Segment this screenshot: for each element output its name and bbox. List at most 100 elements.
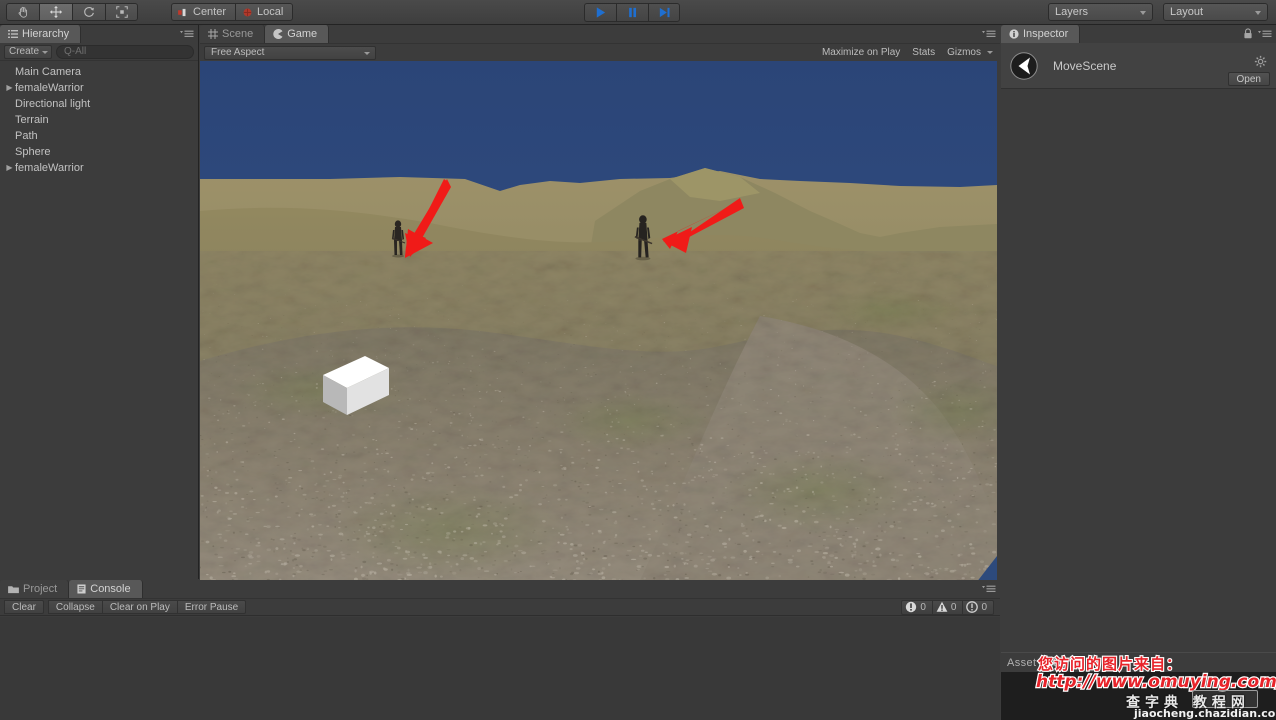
inspector-panel: Inspector MoveScene Open [1001,25,1276,720]
step-button[interactable] [648,2,680,22]
rotate-tool-button[interactable] [72,3,105,21]
error-icon [906,601,917,613]
tab-console[interactable]: Console [69,580,143,598]
warning-count-value: 0 [950,601,957,613]
panel-menu-icon[interactable] [1258,29,1272,39]
console-panel: Project Console Clear Collapse Clear on … [0,580,1000,720]
error-count[interactable]: 0 [901,599,932,615]
error-pause-button[interactable]: Error Pause [176,600,247,614]
error-count-value: 0 [920,601,926,613]
expand-arrow-icon[interactable]: ▶ [4,164,15,172]
hierarchy-icon [8,30,18,38]
transform-tools-group [6,3,138,21]
chevron-down-icon[interactable] [987,51,993,54]
inspector-header: MoveScene Open [1001,43,1276,89]
main-toolbar: Center Local Layers Layout [0,0,1276,25]
rotation-mode-button[interactable]: Local [235,3,294,21]
asset-label-bar[interactable]: Asset Label [1001,652,1276,672]
folder-icon [8,585,19,593]
tab-hierarchy-label: Hierarchy [22,28,70,40]
layout-label: Layout [1170,6,1204,18]
open-button-label: Open [1236,73,1261,85]
rotation-mode-label: Local [257,6,284,18]
aspect-ratio-label: Free Aspect [211,47,265,58]
hierarchy-search-value: Q-All [64,46,87,57]
console-toolbar: Clear Collapse Clear on Play Error Pause [0,598,1000,616]
open-button[interactable]: Open [1227,72,1270,86]
hierarchy-item-label: Path [15,130,38,142]
expand-arrow-icon[interactable]: ▶ [4,84,15,92]
clear-on-play-button-label: Clear on Play [109,601,170,613]
hierarchy-item[interactable]: ▶ femaleWarrior [0,80,198,96]
hierarchy-item[interactable]: ▶Directional light [0,96,198,112]
asset-label-text: Asset Label [1007,656,1069,669]
unity-scene-icon [1010,51,1038,80]
chevron-down-icon [1140,11,1146,15]
panel-menu-icon[interactable] [180,29,194,39]
gear-icon[interactable] [1254,55,1268,69]
clear-button[interactable]: Clear [4,600,44,614]
rotation-local-icon [243,8,252,16]
tab-game[interactable]: Game [265,25,330,43]
clear-on-play-button[interactable]: Clear on Play [101,600,177,614]
hierarchy-item[interactable]: ▶Path [0,128,198,144]
aspect-ratio-dropdown[interactable]: Free Aspect [204,45,376,60]
inspector-body [1001,89,1276,720]
info-icon [1009,29,1019,39]
tab-scene[interactable]: Scene [200,25,266,43]
layout-dropdown[interactable]: Layout [1163,3,1268,21]
tab-inspector[interactable]: Inspector [1001,25,1081,43]
hierarchy-item[interactable]: ▶Terrain [0,112,198,128]
console-log-area[interactable] [0,617,1000,720]
hierarchy-item-label: Sphere [15,146,51,158]
info-count[interactable]: 0 [962,599,994,615]
panel-menu-icon[interactable] [982,29,996,39]
hand-icon [18,6,28,18]
scale-icon [115,6,128,18]
inspector-tabrow: Inspector [1001,25,1276,43]
hierarchy-item-label: femaleWarrior [15,82,84,94]
hierarchy-panel: Hierarchy Create Q-All ▶Main Camera▶fema… [0,25,199,579]
hand-tool-button[interactable] [6,3,39,21]
collapse-button[interactable]: Collapse [47,600,102,614]
warning-count[interactable]: 0 [931,599,963,615]
layers-label: Layers [1055,6,1089,18]
stats-button[interactable]: Stats [906,46,941,60]
hierarchy-toolbar: Create Q-All [0,43,198,61]
lock-icon[interactable] [1243,28,1253,39]
scene-icon [208,29,218,39]
chevron-down-icon [364,51,370,55]
hierarchy-search-input[interactable]: Q-All [56,44,194,59]
inspector-asset-name: MoveScene [1053,58,1117,73]
unity-editor-window: Center Local Layers Layout Hierarchy Cre… [0,0,1276,720]
gizmos-button[interactable]: Gizmos [941,46,987,60]
hierarchy-item-label: Terrain [15,114,49,126]
create-button-label: Create [9,46,40,57]
tab-project[interactable]: Project [0,580,70,598]
playback-controls [584,2,680,22]
play-icon [596,6,606,18]
panel-menu-icon[interactable] [982,584,996,594]
hierarchy-item[interactable]: ▶ femaleWarrior [0,160,198,176]
info-count-value: 0 [981,601,987,613]
hierarchy-item[interactable]: ▶Main Camera [0,64,198,80]
gameview-toolbar: Free Aspect Maximize on Play Stats Gizmo… [200,43,1000,61]
inspector-footer-fill [1001,672,1276,720]
rotate-icon [84,7,94,17]
pause-button[interactable] [616,2,648,22]
maximize-on-play-button[interactable]: Maximize on Play [816,46,906,60]
gameview-render[interactable] [200,61,997,601]
create-button[interactable]: Create [4,44,53,59]
pivot-mode-button[interactable]: Center [171,3,236,21]
pivot-mode-label: Center [193,6,227,18]
scale-tool-button[interactable] [105,3,138,21]
hierarchy-item[interactable]: ▶Sphere [0,144,198,160]
chevron-down-icon [1255,11,1261,15]
console-tabrow: Project Console [0,580,1000,598]
tab-hierarchy[interactable]: Hierarchy [0,25,82,43]
error-pause-button-label: Error Pause [184,601,239,613]
layers-dropdown[interactable]: Layers [1048,3,1153,21]
info-icon [966,601,979,613]
move-tool-button[interactable] [39,3,72,21]
play-button[interactable] [584,2,616,22]
